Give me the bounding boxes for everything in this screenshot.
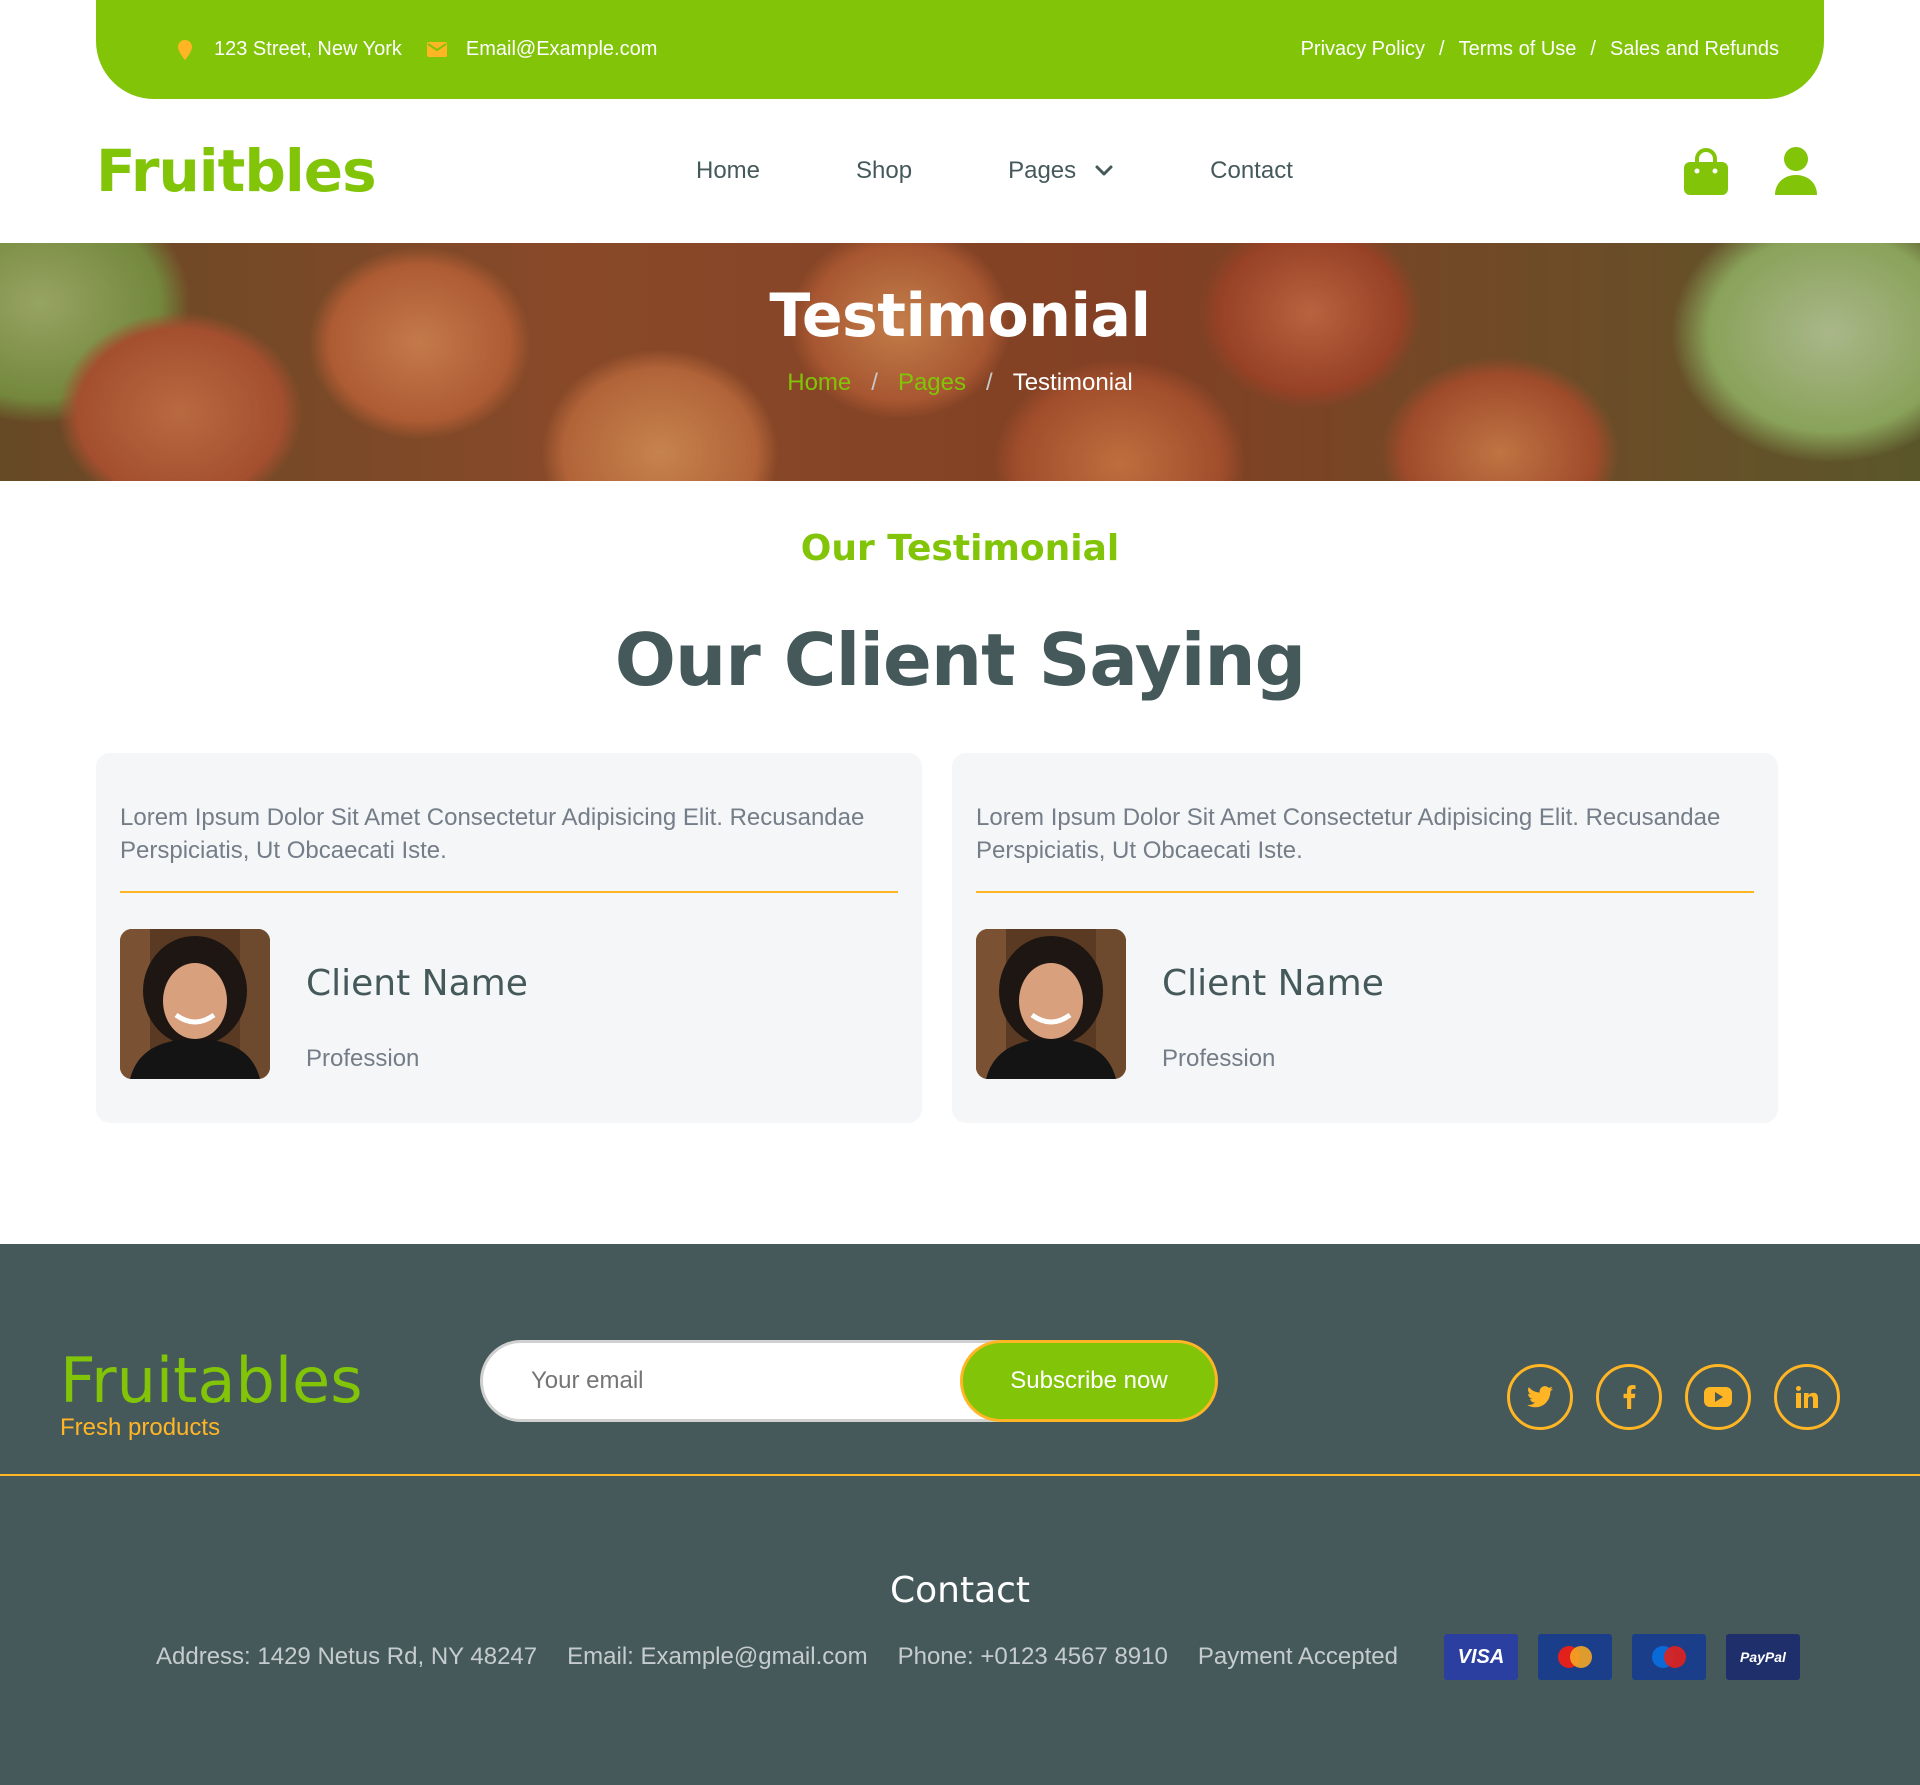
paypal-logo-text: PayPal [1740,1649,1786,1665]
subscribe-button[interactable]: Subscribe now [960,1340,1218,1422]
maestro-logo [1631,1634,1706,1680]
nav-pages-label: Pages [1008,157,1077,184]
nav-contact[interactable]: Contact [1210,157,1293,185]
envelope-icon [426,39,448,61]
map-marker-icon [174,39,196,61]
site-logo[interactable]: Fruitbles [96,137,616,205]
footer-address: Address: 1429 Netus Rd, NY 48247 [156,1643,538,1670]
paypal-logo: PayPal [1725,1634,1800,1680]
nav-icons [1644,99,1824,243]
testimonial-card: Lorem Ipsum Dolor Sit Amet Consectetur A… [952,753,1778,1123]
footer-email[interactable]: Email: Example@gmail.com [567,1643,867,1671]
section-subtitle: Our Testimonial [800,528,1120,569]
visa-logo-text: VISA [1457,1645,1505,1668]
shopping-bag-icon[interactable] [1678,143,1734,199]
linkedin-icon[interactable] [1774,1364,1840,1430]
client-profession: Profession [1162,1045,1276,1072]
nav-pages-dropdown[interactable]: Pages [1008,157,1114,185]
topbar-address-text: 123 Street, New York [214,38,402,60]
topbar-links: Privacy Policy / Terms of Use / Sales an… [1301,38,1779,61]
topbar: 123 Street, New York Email@Example.com P… [96,0,1824,99]
footer-logo[interactable]: Fruitables [60,1344,363,1417]
footer-divider [0,1474,1920,1476]
topbar-email[interactable]: Email@Example.com [426,38,657,61]
page-title: Testimonial [769,281,1151,351]
visa-logo: VISA [1443,1634,1518,1680]
sales-refunds-link[interactable]: Sales and Refunds [1610,38,1779,61]
breadcrumb: Home / Pages / Testimonial [787,369,1132,397]
social-links [1484,1364,1840,1430]
client-avatar [120,929,270,1079]
page-header-banner: Testimonial Home / Pages / Testimonial [0,243,1920,481]
topbar-email-text: Email@Example.com [465,38,658,60]
breadcrumb-home[interactable]: Home [787,369,851,397]
topbar-contact: 123 Street, New York Email@Example.com [174,38,681,61]
client-profession: Profession [306,1045,420,1072]
breadcrumb-separator: / [871,369,878,396]
twitter-icon[interactable] [1507,1364,1573,1430]
page-header-content: Testimonial Home / Pages / Testimonial [0,243,1920,481]
breadcrumb-separator: / [986,369,993,396]
testimonial-divider [976,891,1754,893]
footer-contact-info: Address: 1429 Netus Rd, NY 48247 Email: … [156,1634,1800,1680]
client-name: Client Name [1162,963,1384,1004]
user-icon[interactable] [1768,143,1824,199]
terms-of-use-link[interactable]: Terms of Use [1459,38,1577,61]
footer-payment-label: Payment Accepted [1197,1643,1398,1670]
youtube-icon[interactable] [1685,1364,1751,1430]
chevron-down-icon [1095,165,1113,176]
testimonial-quote: Lorem Ipsum Dolor Sit Amet Consectetur A… [120,804,865,864]
footer-phone[interactable]: Phone: +0123 4567 8910 [898,1643,1168,1671]
footer-tagline: Fresh products [60,1414,221,1441]
payment-methods: VISA PayPal [1424,1634,1800,1680]
breadcrumb-pages[interactable]: Pages [898,369,966,397]
nav-shop[interactable]: Shop [856,157,912,185]
footer-contact-title: Contact [889,1570,1031,1611]
topbar-separator: / [1439,38,1445,60]
footer: Fruitables Fresh products Subscribe now … [0,1244,1920,1785]
privacy-policy-link[interactable]: Privacy Policy [1301,38,1425,61]
nav-contact-label: Contact [1210,157,1293,184]
nav-shop-label: Shop [856,157,913,184]
topbar-separator: / [1590,38,1596,60]
newsletter-form: Subscribe now [480,1340,1218,1422]
client-avatar [976,929,1126,1079]
nav-home-label: Home [696,157,761,184]
nav-home[interactable]: Home [696,157,760,185]
mastercard-logo [1537,1634,1612,1680]
topbar-address: 123 Street, New York [174,38,402,61]
navbar: Fruitbles Home Shop Pages Contact [96,99,1824,243]
facebook-icon[interactable] [1596,1364,1662,1430]
testimonial-divider [120,891,898,893]
client-name: Client Name [306,963,528,1004]
section-title: Our Client Saying [614,618,1306,702]
breadcrumb-current: Testimonial [1012,369,1133,396]
main-nav: Home Shop Pages Contact [696,157,1389,185]
testimonial-quote: Lorem Ipsum Dolor Sit Amet Consectetur A… [976,804,1721,864]
newsletter-email-input[interactable] [480,1340,1040,1422]
testimonial-card: Lorem Ipsum Dolor Sit Amet Consectetur A… [96,753,922,1123]
